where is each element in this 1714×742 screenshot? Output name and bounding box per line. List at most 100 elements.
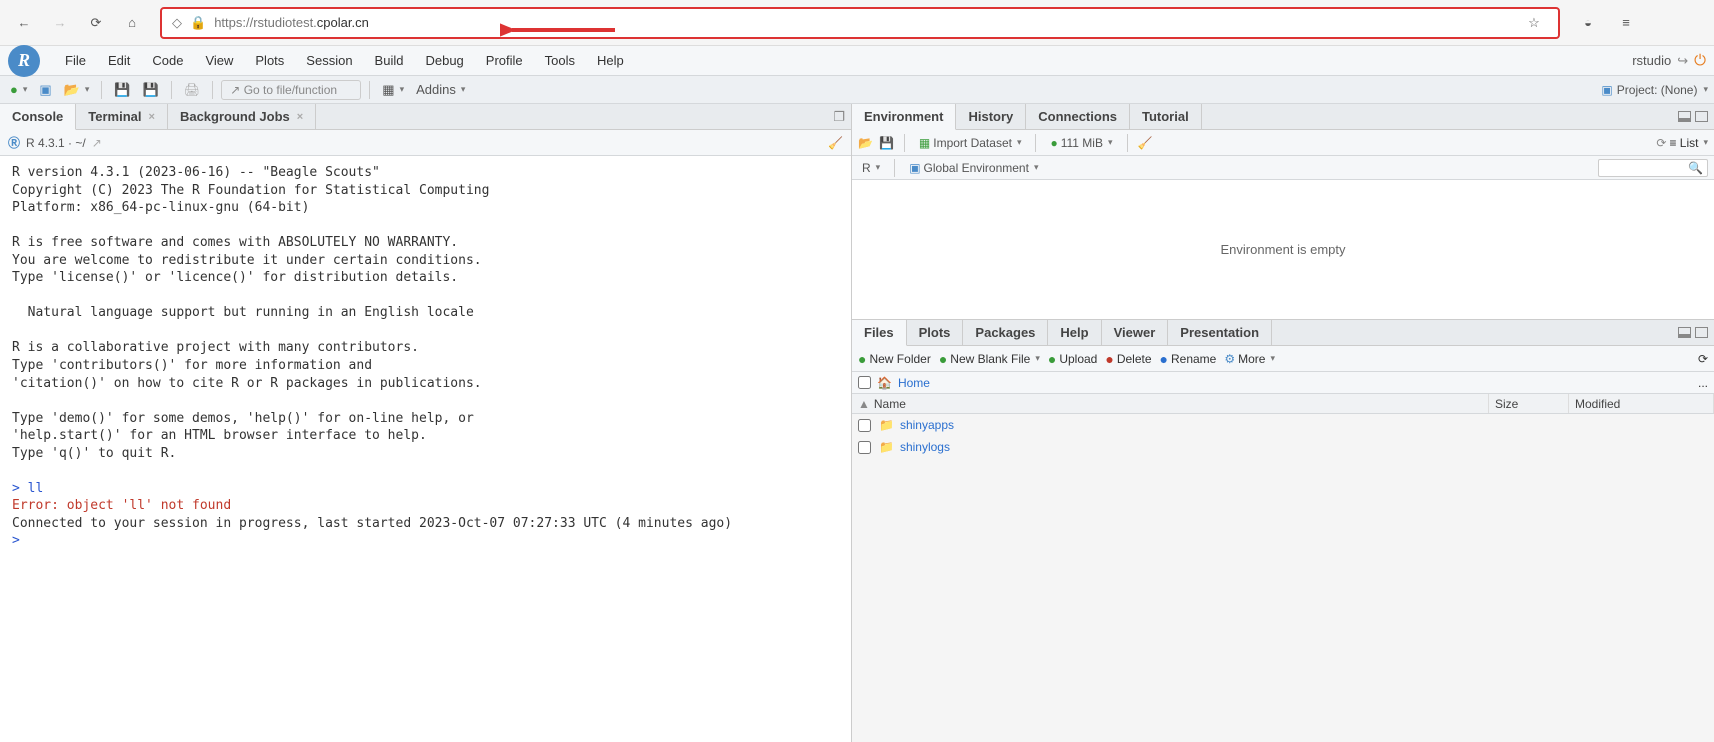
maximize-pane-button[interactable] — [1695, 327, 1708, 338]
close-icon[interactable]: × — [297, 111, 303, 123]
goto-file-input[interactable]: ↗ Go to file/function — [221, 80, 361, 100]
clear-console-icon[interactable]: 🧹 — [828, 136, 843, 150]
tab-environment[interactable]: Environment — [852, 104, 956, 130]
url-bar[interactable]: ◇ 🔒 https://rstudiotest.cpolar.cn ☆ — [160, 7, 1560, 39]
main-layout: Console Terminal× Background Jobs× ❐ Ⓡ R… — [0, 104, 1714, 742]
addins-dropdown[interactable]: Addins▾ — [412, 80, 469, 99]
rstudio-menubar: R File Edit Code View Plots Session Buil… — [0, 46, 1714, 76]
menu-session[interactable]: Session — [295, 49, 363, 72]
tab-console[interactable]: Console — [0, 104, 76, 130]
env-search-input[interactable]: 🔍 — [1598, 159, 1708, 177]
home-button[interactable]: ⌂ — [118, 9, 146, 37]
memory-usage-button[interactable]: ● 111 MiB▾ — [1046, 134, 1116, 152]
menu-help[interactable]: Help — [586, 49, 635, 72]
forward-button[interactable]: → — [46, 9, 74, 37]
menu-profile[interactable]: Profile — [475, 49, 534, 72]
console-prompt-line: > ll — [12, 481, 43, 496]
col-name-label[interactable]: Name — [874, 397, 906, 411]
close-icon[interactable]: × — [149, 111, 155, 123]
save-button[interactable]: 💾 — [110, 80, 134, 100]
col-size-label[interactable]: Size — [1495, 397, 1518, 411]
new-file-button[interactable]: ●▾ — [6, 80, 31, 99]
rename-button[interactable]: ●Rename — [1160, 352, 1217, 366]
save-workspace-icon[interactable]: 💾 — [879, 136, 894, 150]
new-project-button[interactable]: ▣ — [35, 80, 55, 100]
file-select-checkbox[interactable] — [858, 441, 871, 454]
tab-tutorial[interactable]: Tutorial — [1130, 104, 1202, 129]
more-button[interactable]: ⚙More▾ — [1224, 352, 1275, 366]
console-prompt-cursor[interactable]: > — [12, 533, 28, 548]
env-scope-bar: R▾ ▣ Global Environment▾ 🔍 — [852, 156, 1714, 180]
list-menu-icon[interactable]: ≡ List — [1669, 136, 1698, 150]
col-modified-label[interactable]: Modified — [1575, 397, 1620, 411]
minimize-pane-button[interactable] — [1678, 111, 1691, 122]
pocket-icon[interactable]: ◒ — [1574, 9, 1602, 37]
file-row[interactable]: 📁 shinyapps — [852, 414, 1714, 436]
menu-view[interactable]: View — [194, 49, 244, 72]
file-select-checkbox[interactable] — [858, 419, 871, 432]
shield-icon: ◇ — [172, 15, 182, 31]
tab-files[interactable]: Files — [852, 320, 907, 346]
path-options-icon[interactable]: ... — [1698, 376, 1708, 390]
tab-viewer[interactable]: Viewer — [1102, 320, 1169, 345]
refresh-files-icon[interactable]: ⟳ — [1698, 352, 1708, 366]
console-banner: R version 4.3.1 (2023-06-16) -- "Beagle … — [12, 165, 489, 461]
main-toolbar: ●▾ ▣ 📂▾ 💾 💾 🖨 ↗ Go to file/function ▦▾ A… — [0, 76, 1714, 104]
tab-presentation[interactable]: Presentation — [1168, 320, 1272, 345]
delete-button[interactable]: ●Delete — [1105, 352, 1151, 366]
home-breadcrumb-link[interactable]: Home — [898, 376, 930, 390]
new-folder-button[interactable]: ●New Folder — [858, 352, 931, 366]
menu-code[interactable]: Code — [141, 49, 194, 72]
sign-out-icon[interactable]: ↪ — [1677, 53, 1688, 69]
upload-button[interactable]: ●Upload — [1048, 352, 1098, 366]
open-file-button[interactable]: 📂▾ — [60, 80, 94, 100]
tab-plots-pane[interactable]: Plots — [907, 320, 964, 345]
project-label[interactable]: Project: (None) — [1617, 83, 1698, 97]
rstudio-logo: R — [8, 45, 40, 77]
files-breadcrumb: 🏠 Home ... — [852, 372, 1714, 394]
menu-build[interactable]: Build — [364, 49, 415, 72]
console-session-line: Connected to your session in progress, l… — [12, 516, 732, 531]
tab-terminal[interactable]: Terminal× — [76, 104, 168, 129]
file-name-link[interactable]: shinyapps — [900, 418, 954, 432]
back-button[interactable]: ← — [10, 9, 38, 37]
menu-edit[interactable]: Edit — [97, 49, 141, 72]
reload-button[interactable]: ⟳ — [82, 9, 110, 37]
tab-connections[interactable]: Connections — [1026, 104, 1130, 129]
console-info-bar: Ⓡ R 4.3.1 · ~/ ↗ 🧹 — [0, 130, 851, 156]
lock-icon: 🔒 — [190, 15, 206, 31]
session-user-label: rstudio — [1632, 53, 1671, 68]
tab-background-jobs[interactable]: Background Jobs× — [168, 104, 316, 129]
tab-help[interactable]: Help — [1048, 320, 1101, 345]
tab-packages[interactable]: Packages — [963, 320, 1048, 345]
sort-asc-icon[interactable]: ▲ — [858, 397, 870, 411]
console-output[interactable]: R version 4.3.1 (2023-06-16) -- "Beagle … — [0, 156, 851, 742]
import-dataset-button[interactable]: ▦ Import Dataset▾ — [915, 134, 1026, 152]
file-name-link[interactable]: shinylogs — [900, 440, 950, 454]
env-toolbar: 📂 💾 ▦ Import Dataset▾ ● 111 MiB▾ 🧹 ⟳ ≡ L… — [852, 130, 1714, 156]
bookmark-star-icon[interactable]: ☆ — [1520, 9, 1548, 37]
open-wd-icon[interactable]: ↗ — [92, 136, 102, 150]
menu-file[interactable]: File — [54, 49, 97, 72]
save-all-button[interactable]: 💾 — [139, 80, 163, 100]
menu-tools[interactable]: Tools — [534, 49, 586, 72]
refresh-icon[interactable]: ⟳ — [1656, 136, 1666, 150]
home-icon[interactable]: 🏠 — [877, 376, 892, 390]
scope-dropdown[interactable]: ▣ Global Environment▾ — [905, 159, 1042, 177]
menu-plots[interactable]: Plots — [244, 49, 295, 72]
maximize-pane-button[interactable] — [1695, 111, 1708, 122]
tab-history[interactable]: History — [956, 104, 1026, 129]
tools-grid-button[interactable]: ▦▾ — [378, 80, 408, 100]
power-icon[interactable]: ⏻ — [1694, 52, 1706, 69]
minimize-pane-button[interactable] — [1678, 327, 1691, 338]
app-menu-icon[interactable]: ≡ — [1612, 9, 1640, 37]
select-all-checkbox[interactable] — [858, 376, 871, 389]
lang-dropdown[interactable]: R▾ — [858, 159, 884, 177]
new-blank-file-button[interactable]: ●New Blank File▾ — [939, 352, 1040, 366]
pane-window-icon[interactable]: ❐ — [833, 109, 845, 125]
file-row[interactable]: 📁 shinylogs — [852, 436, 1714, 458]
clear-workspace-icon[interactable]: 🧹 — [1138, 136, 1153, 150]
menu-debug[interactable]: Debug — [414, 49, 474, 72]
print-button[interactable]: 🖨 — [180, 80, 205, 100]
load-workspace-icon[interactable]: 📂 — [858, 136, 873, 150]
